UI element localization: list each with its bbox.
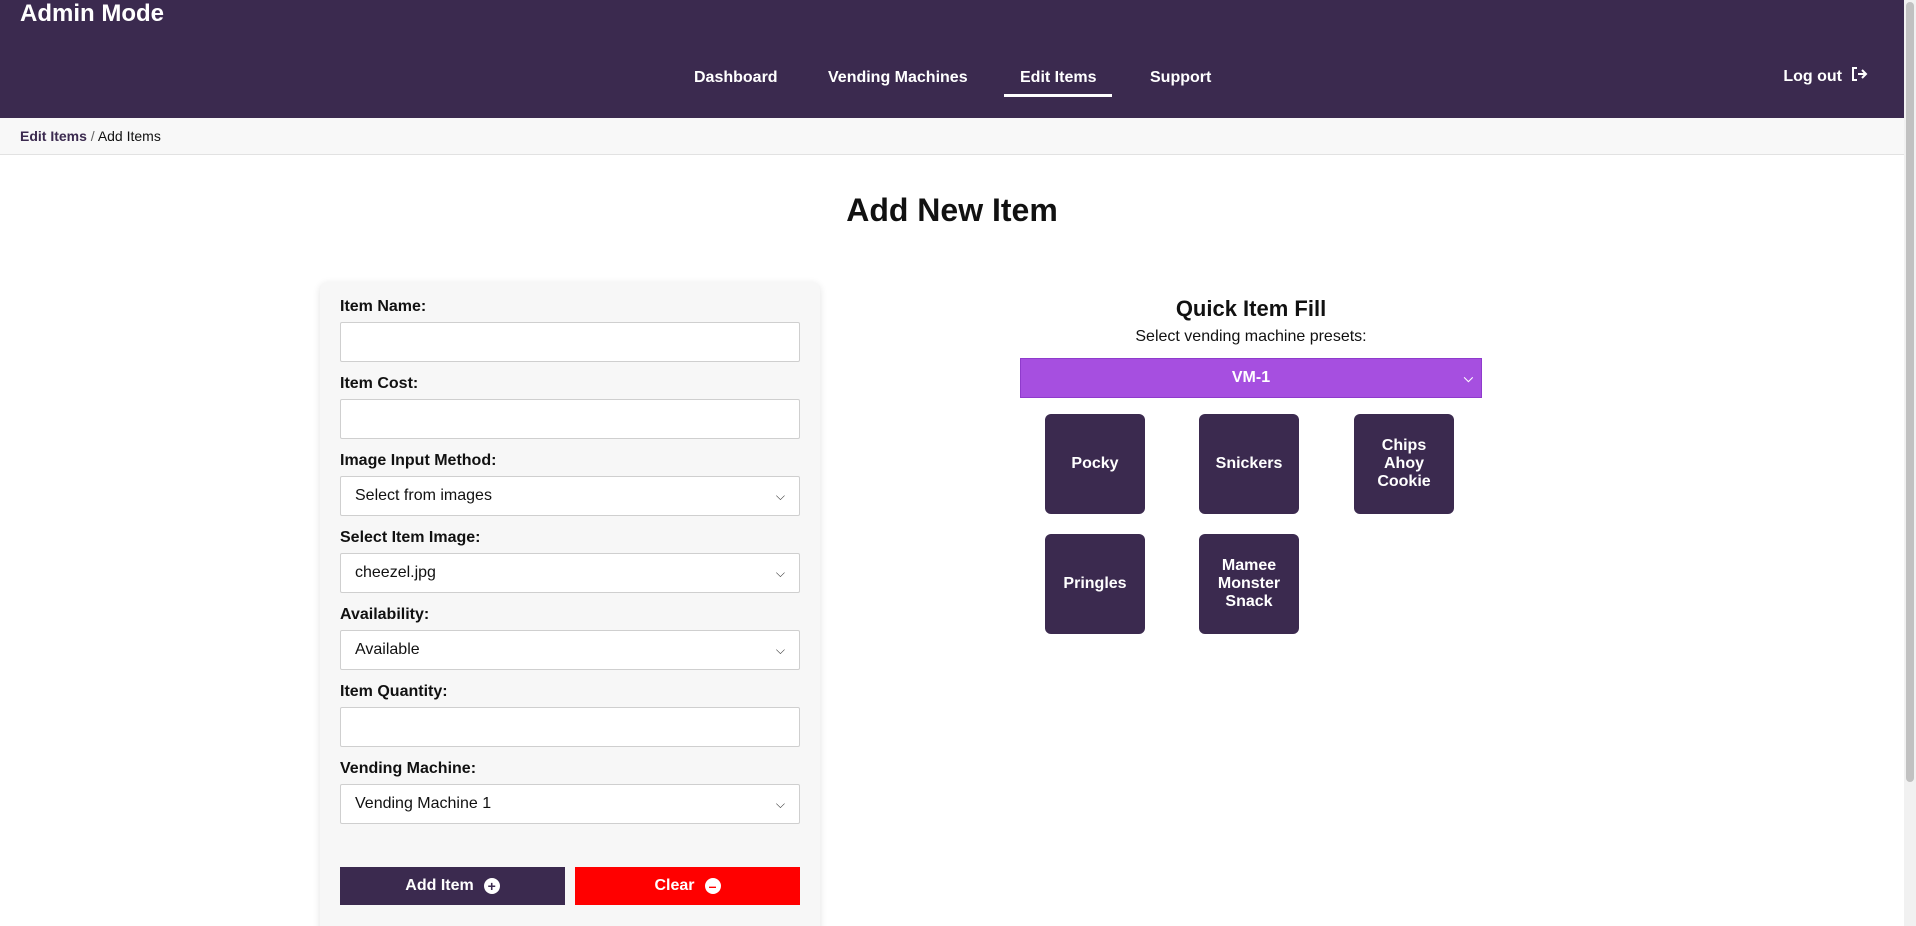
breadcrumb-separator: / [90, 128, 95, 144]
item-cost-field: Item Cost: [340, 375, 800, 439]
item-name-field: Item Name: [340, 298, 800, 362]
logout-icon [1850, 66, 1868, 87]
add-item-button[interactable]: Add Item + [340, 867, 565, 905]
quick-fill-subtitle: Select vending machine presets: [1135, 328, 1367, 345]
page: Admin Mode Dashboard Vending Machines Ed… [0, 0, 1916, 926]
chevron-down-icon: ⌵ [775, 796, 785, 811]
nav-vending-machines[interactable]: Vending Machines [812, 66, 984, 94]
add-item-label: Add Item [405, 877, 474, 894]
chevron-down-icon: ⌵ [775, 565, 785, 580]
item-name-input[interactable] [340, 322, 800, 362]
vending-machine-label: Vending Machine: [340, 760, 477, 777]
item-quantity-field: Item Quantity: [340, 683, 800, 747]
breadcrumb-link-edit-items[interactable]: Edit Items [20, 128, 87, 144]
nav-dashboard[interactable]: Dashboard [678, 66, 794, 94]
chevron-down-icon: ⌵ [775, 642, 785, 657]
image-input-method-select[interactable]: Select from images ⌵ [340, 476, 800, 516]
logout-button[interactable]: Log out [1783, 66, 1868, 87]
chevron-down-icon: ⌵ [1463, 370, 1473, 385]
nav-support[interactable]: Support [1134, 66, 1227, 94]
vending-machine-select[interactable]: Vending Machine 1 ⌵ [340, 784, 800, 824]
vending-preset-select[interactable]: VM-1 ⌵ [1020, 358, 1482, 398]
page-title: Add New Item [846, 192, 1058, 228]
availability-field: Availability: Available ⌵ [340, 606, 800, 670]
item-quantity-input[interactable] [340, 707, 800, 747]
plus-circle-icon: + [483, 878, 500, 894]
availability-label: Availability: [340, 606, 430, 623]
minus-circle-icon: – [704, 878, 721, 894]
image-input-method-field: Image Input Method: Select from images ⌵ [340, 452, 800, 516]
select-item-image-label: Select Item Image: [340, 529, 481, 546]
preset-item-grid: Pocky Snickers Chips Ahoy Cookie Pringle… [1020, 414, 1482, 634]
preset-item-chips-ahoy-cookie[interactable]: Chips Ahoy Cookie [1354, 414, 1454, 514]
item-quantity-label: Item Quantity: [340, 683, 448, 700]
nav-edit-items[interactable]: Edit Items [1004, 66, 1113, 97]
availability-select[interactable]: Available ⌵ [340, 630, 800, 670]
item-cost-label: Item Cost: [340, 375, 419, 392]
breadcrumb-current: Add Items [97, 128, 161, 144]
select-item-image-value: cheezel.jpg [355, 564, 436, 581]
preset-item-mamee-monster-snack[interactable]: Mamee Monster Snack [1199, 534, 1299, 634]
select-item-image-field: Select Item Image: cheezel.jpg ⌵ [340, 529, 800, 593]
logout-label: Log out [1783, 67, 1842, 85]
select-item-image-select[interactable]: cheezel.jpg ⌵ [340, 553, 800, 593]
page-scrollbar[interactable] [1904, 0, 1916, 926]
scrollbar-thumb[interactable] [1906, 2, 1914, 782]
chevron-down-icon: ⌵ [775, 488, 785, 503]
preset-item-pringles[interactable]: Pringles [1045, 534, 1145, 634]
item-name-label: Item Name: [340, 298, 427, 315]
main-nav: Dashboard Vending Machines Edit Items Su… [0, 66, 1904, 97]
vending-machine-value: Vending Machine 1 [355, 795, 492, 812]
brand-title: Admin Mode [20, 0, 164, 27]
image-input-method-value: Select from images [355, 487, 492, 504]
clear-button[interactable]: Clear – [575, 867, 800, 905]
form-buttons: Add Item + Clear – [340, 867, 800, 905]
header: Admin Mode Dashboard Vending Machines Ed… [0, 0, 1904, 118]
item-cost-input[interactable] [340, 399, 800, 439]
vending-preset-value: VM-1 [1231, 369, 1271, 386]
availability-value: Available [355, 641, 420, 658]
preset-item-snickers[interactable]: Snickers [1199, 414, 1299, 514]
quick-item-fill: Quick Item Fill Select vending machine p… [1020, 296, 1482, 634]
quick-fill-title: Quick Item Fill [1175, 296, 1327, 321]
image-input-method-label: Image Input Method: [340, 452, 497, 469]
breadcrumb: Edit Items / Add Items [0, 118, 1904, 155]
add-item-form: Item Name: Item Cost: Image Input Method… [320, 282, 820, 926]
vending-machine-field: Vending Machine: Vending Machine 1 ⌵ [340, 760, 800, 824]
preset-item-pocky[interactable]: Pocky [1045, 414, 1145, 514]
clear-label: Clear [654, 877, 695, 894]
